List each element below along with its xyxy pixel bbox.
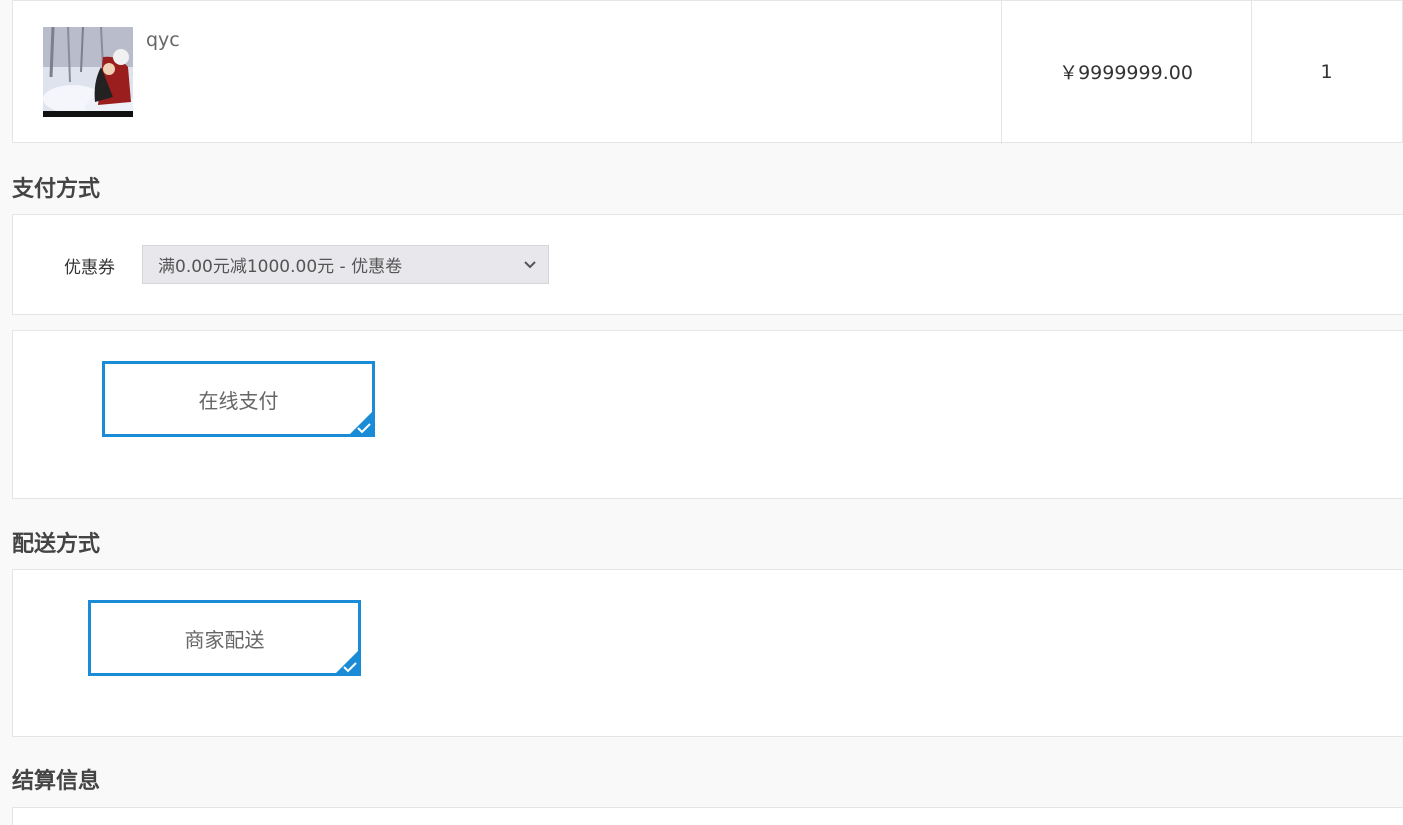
product-image-art bbox=[43, 27, 133, 117]
payment-option-label: 在线支付 bbox=[198, 388, 279, 413]
product-name[interactable]: qyc bbox=[146, 29, 180, 51]
check-icon bbox=[335, 650, 359, 674]
checkout-page: qyc ￥9999999.00 1 支付方式 优惠券 满0.00元减1000.0… bbox=[0, 0, 1403, 825]
checkout-info-panel bbox=[12, 807, 1403, 825]
delivery-option-merchant[interactable]: 商家配送 bbox=[88, 600, 361, 676]
delivery-options-panel: 商家配送 bbox=[12, 569, 1403, 737]
coupon-selected-value: 满0.00元减1000.00元 - 优惠卷 bbox=[158, 257, 403, 277]
delivery-option-label: 商家配送 bbox=[184, 627, 265, 652]
chevron-down-icon bbox=[524, 261, 536, 269]
payment-option-online[interactable]: 在线支付 bbox=[102, 361, 375, 437]
coupon-panel: 优惠券 满0.00元减1000.00元 - 优惠卷 bbox=[12, 214, 1403, 315]
payment-section-title: 支付方式 bbox=[12, 177, 101, 202]
checkout-section-title: 结算信息 bbox=[12, 769, 101, 794]
product-row: qyc ￥9999999.00 1 bbox=[12, 0, 1403, 144]
product-price: ￥9999999.00 bbox=[1059, 62, 1193, 84]
product-quantity: 1 bbox=[1320, 60, 1333, 83]
check-icon bbox=[349, 411, 373, 435]
payment-options-panel: 在线支付 bbox=[12, 330, 1403, 499]
delivery-section-title: 配送方式 bbox=[12, 532, 101, 557]
coupon-label: 优惠券 bbox=[64, 258, 115, 278]
coupon-select[interactable]: 满0.00元减1000.00元 - 优惠卷 bbox=[142, 245, 549, 284]
product-image[interactable] bbox=[43, 27, 133, 117]
